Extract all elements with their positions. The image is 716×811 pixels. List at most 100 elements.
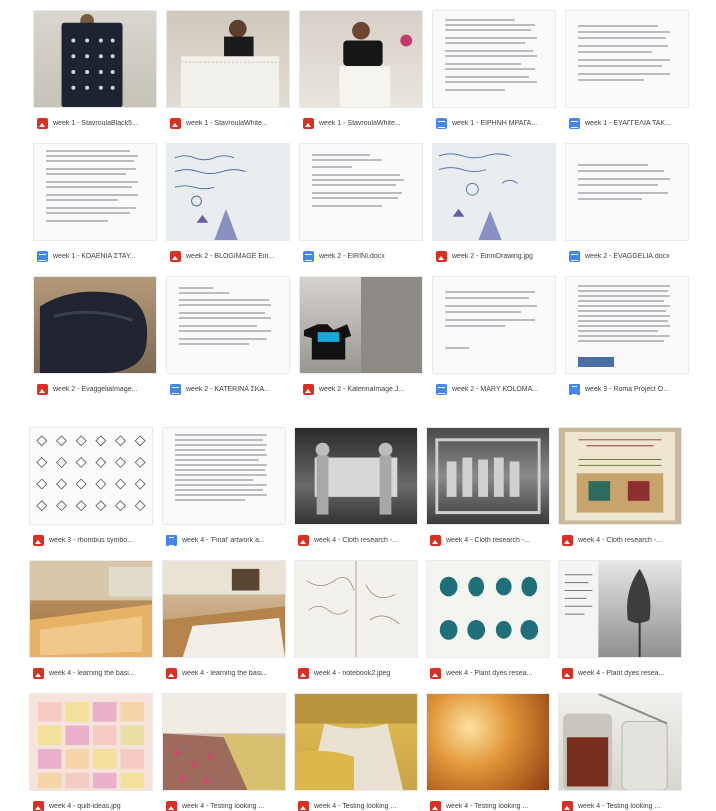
file-tile[interactable]: week 4 - Testing looking ... — [558, 693, 682, 811]
file-name: week 4 - quilt-ideas.jpg — [49, 802, 121, 810]
file-tile[interactable]: week 2 - EVAGGELIA.docx — [565, 143, 689, 273]
photo-woman-white-cloth — [180, 19, 280, 107]
image-file-icon — [298, 534, 309, 546]
doc-file-icon — [436, 117, 447, 129]
file-tile[interactable]: week 1 - StavroulaWhite... — [166, 10, 290, 140]
file-tile[interactable]: week 4 - Plant dyes resea... — [426, 560, 550, 690]
file-tile[interactable]: week 1 - ΕΙΡΗΝΗ ΜΡΑΓΑ... — [432, 10, 556, 140]
file-name: week 2 - EIRINI.docx — [319, 252, 385, 260]
image-file-icon — [562, 667, 573, 679]
file-thumbnail — [565, 10, 689, 108]
document-preview — [163, 428, 285, 524]
doc-file-icon — [436, 383, 447, 395]
file-thumbnail — [432, 143, 556, 241]
image-rhombus-symbols — [36, 435, 146, 512]
file-name: week 2 - BLOGIMAGE Eiri... — [186, 252, 275, 260]
photo-fabric — [163, 694, 285, 790]
file-tile[interactable]: week 4 - Testing looking ... — [426, 693, 550, 811]
file-tile[interactable]: week 4 - Cloth research -... — [294, 427, 418, 557]
photo-woman-black-cloth — [61, 13, 123, 107]
file-thumbnail — [162, 560, 286, 658]
doc-file-icon — [569, 117, 580, 129]
file-name: week 4 - notebook2.jpeg — [314, 669, 391, 677]
file-thumbnail — [565, 143, 689, 241]
image-file-icon — [562, 534, 573, 546]
file-tile[interactable]: week 4 - Testing looking ... — [294, 693, 418, 811]
photo-book-page — [564, 431, 676, 521]
file-thumbnail — [166, 143, 290, 241]
file-thumbnail — [299, 276, 423, 374]
file-thumbnail — [29, 427, 153, 525]
file-thumbnail — [426, 693, 550, 791]
file-name: week 2 - MARY KOLOMA... — [452, 385, 539, 393]
file-thumbnail — [432, 276, 556, 374]
file-tile[interactable]: week 4 - learning the basi... — [162, 560, 286, 690]
image-file-icon — [37, 117, 48, 129]
file-tile[interactable]: week 4 - Cloth research -... — [426, 427, 550, 557]
file-row: week 1 - StavroulaBlack5... week 1 - Sta… — [0, 10, 716, 140]
file-row: week 2 - EvaggeliaImage... week 2 - KATE… — [0, 276, 716, 406]
file-thumbnail — [565, 276, 689, 374]
file-thumbnail — [426, 560, 550, 658]
file-tile[interactable]: week 4 - notebook2.jpeg — [294, 560, 418, 690]
file-name: week 2 - EVAGGELIA.docx — [585, 252, 670, 260]
file-tile[interactable]: week 2 - KATERINA ΣΚΑ... — [166, 276, 290, 406]
file-tile[interactable]: week 1 - StavroulaWhite... — [299, 10, 423, 140]
document-preview — [566, 144, 688, 240]
file-tile[interactable]: week 4 - 'Final' artwork a... — [162, 427, 286, 557]
file-thumbnail — [29, 693, 153, 791]
file-tile[interactable]: week 4 - learning the basi... — [29, 560, 153, 690]
file-tile[interactable]: week 2 - BLOGIMAGE Eiri... — [166, 143, 290, 273]
file-tile[interactable]: week 2 - EIRINI.docx — [299, 143, 423, 273]
image-file-icon — [298, 800, 309, 811]
file-tile[interactable]: week 1 - ΚΟΑΕΝΙΑ ΣΤΑΥ... — [33, 143, 157, 273]
file-name: week 4 - Cloth research -... — [446, 536, 531, 544]
file-tile[interactable]: week 2 - EiriniDrawing.jpg — [432, 143, 556, 273]
file-name: week 1 - ΚΟΑΕΝΙΑ ΣΤΑΥ... — [53, 252, 136, 260]
file-name: week 3 - rhombus symbo... — [49, 536, 134, 544]
file-thumbnail — [162, 693, 286, 791]
photo-relief-sculpture — [314, 442, 398, 515]
image-file-icon — [436, 250, 447, 262]
document-preview — [566, 11, 688, 107]
google-doc-icon — [569, 383, 580, 395]
file-tile[interactable]: week 4 - quilt-ideas.jpg — [29, 693, 153, 811]
photo-notebook-sketch — [306, 561, 400, 657]
image-file-icon — [430, 667, 441, 679]
photo-plant — [559, 561, 651, 657]
file-thumbnail — [29, 560, 153, 658]
photo-glass-jars — [562, 694, 668, 790]
file-thumbnail — [299, 10, 423, 108]
document-preview — [167, 277, 289, 373]
document-preview — [433, 277, 555, 373]
file-row: week 1 - ΚΟΑΕΝΙΑ ΣΤΑΥ... week 2 - BLOGIM… — [0, 143, 716, 273]
file-tile[interactable]: week 2 - EvaggeliaImage... — [33, 276, 157, 406]
photo-room-floor — [30, 561, 152, 657]
file-tile[interactable]: week 3 - Roma Project O... — [565, 276, 689, 406]
file-name: week 4 - Cloth research -... — [314, 536, 399, 544]
file-tile[interactable]: week 1 - ΕΥΑΓΓΕΛΙΑ ΤΑΚ... — [565, 10, 689, 140]
file-name: week 4 - Testing looking ... — [578, 802, 661, 810]
file-thumbnail — [33, 10, 157, 108]
file-name: week 1 - StavroulaWhite... — [186, 119, 268, 127]
file-thumbnail — [33, 276, 157, 374]
file-tile[interactable]: week 4 - Plant dyes resea... — [558, 560, 682, 690]
photo-cloth-bundle — [39, 291, 148, 373]
file-tile[interactable]: week 3 - rhombus symbo... — [29, 427, 153, 557]
file-tile[interactable]: week 2 - MARY KOLOMA... — [432, 276, 556, 406]
file-tile[interactable]: week 4 - Cloth research -... — [558, 427, 682, 557]
file-name: week 2 - KaterinaImage.J... — [319, 385, 405, 393]
document-preview — [433, 11, 555, 107]
photo-room-floor — [163, 561, 285, 657]
file-tile[interactable]: week 1 - StavroulaBlack5... — [33, 10, 157, 140]
file-name: week 4 - Cloth research -... — [578, 536, 663, 544]
image-file-icon — [170, 250, 181, 262]
file-name: week 4 - 'Final' artwork a... — [182, 536, 265, 544]
photo-handwritten-note — [174, 155, 246, 240]
file-tile[interactable]: week 4 - Testing looking ... — [162, 693, 286, 811]
image-file-icon — [303, 117, 314, 129]
file-tile[interactable]: week 2 - KaterinaImage.J... — [299, 276, 423, 406]
file-name: week 4 - Testing looking ... — [314, 802, 397, 810]
photo-relief-sculpture — [435, 438, 541, 515]
file-thumbnail — [299, 143, 423, 241]
